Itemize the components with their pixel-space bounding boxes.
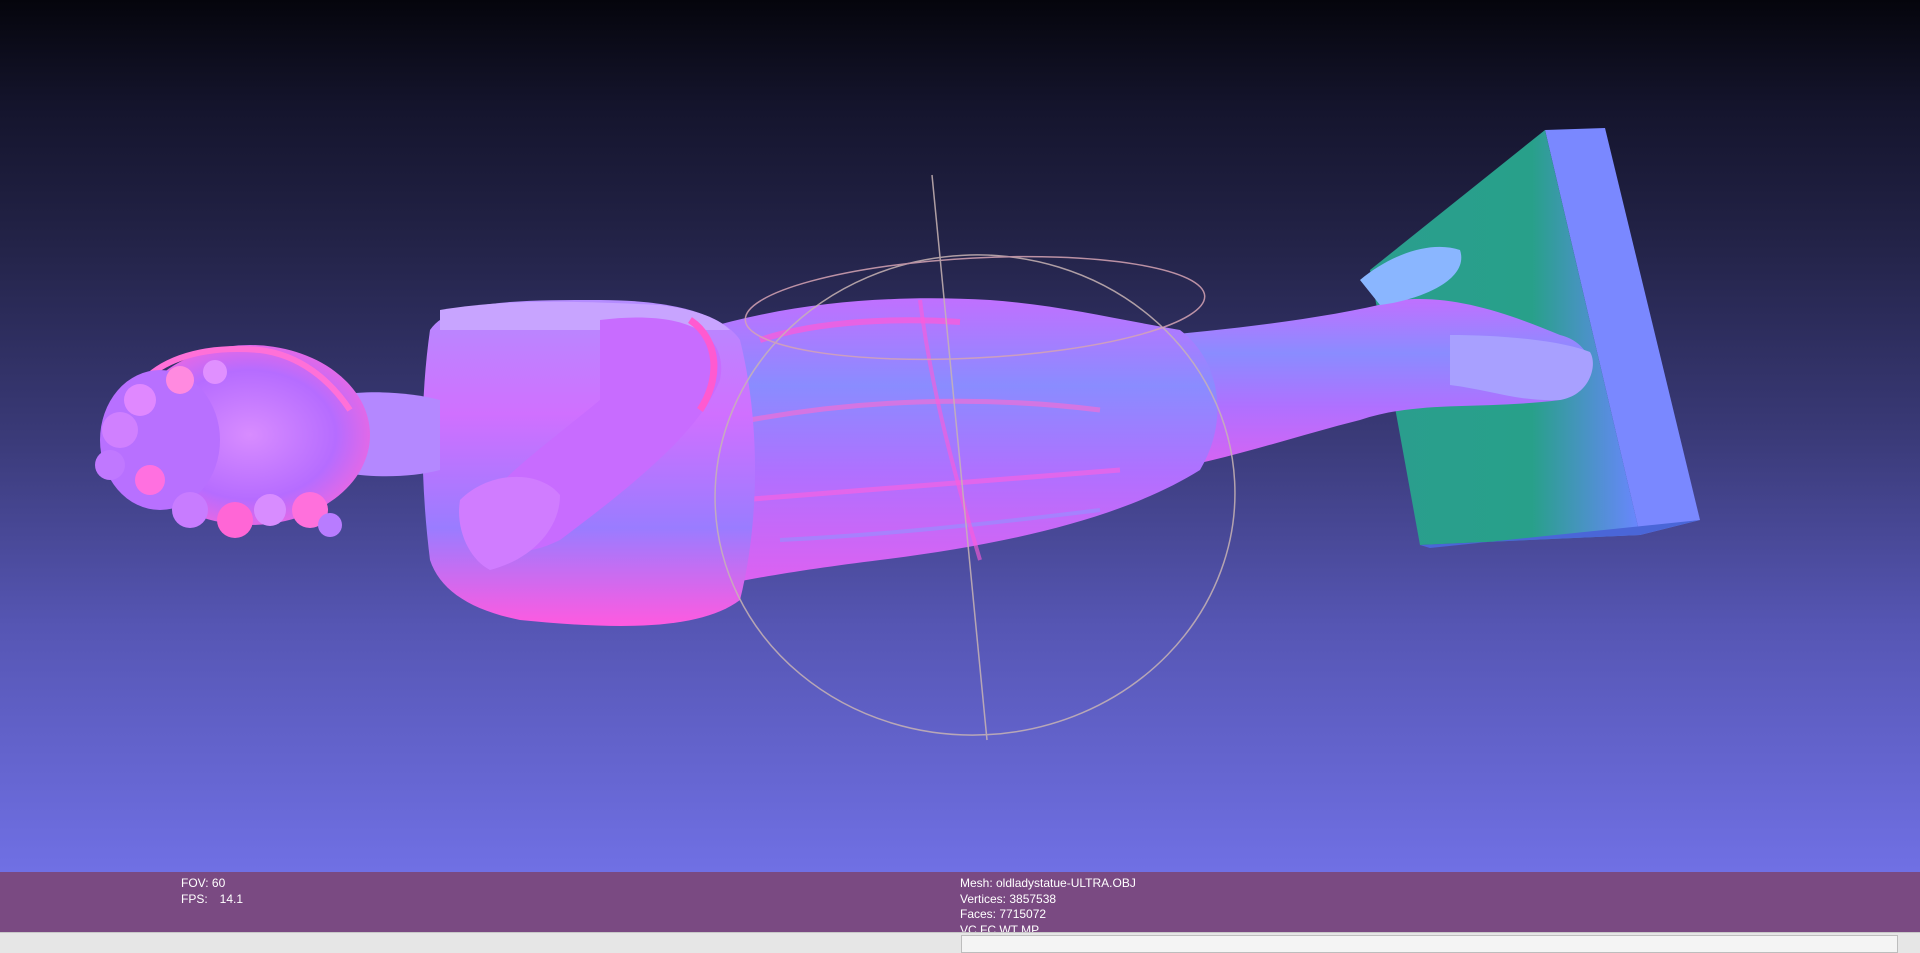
fps-value: 14.1	[219, 891, 244, 906]
3d-viewport[interactable]	[0, 0, 1920, 872]
face-count: Faces: 7715072	[960, 907, 1047, 921]
mesh-info: Mesh: oldladystatue-ULTRA.OBJ Vertices: …	[960, 876, 1136, 932]
status-bar	[0, 932, 1920, 953]
mesh-flags: VC FC WT MP	[960, 922, 1040, 933]
render-info: FOV: 60 FPS: 14.1	[181, 876, 243, 907]
vertex-count: Vertices: 3857538	[960, 891, 1057, 906]
statue-render[interactable]	[0, 0, 1920, 872]
statue-torso	[422, 300, 755, 626]
statue-head	[95, 345, 370, 538]
mesh-name: Mesh: oldladystatue-ULTRA.OBJ	[960, 876, 1136, 890]
status-message-box	[961, 935, 1898, 953]
fps-readout: FPS: 14.1	[181, 892, 243, 908]
fov-readout: FOV: 60	[181, 876, 226, 890]
fps-label: FPS:	[181, 891, 208, 906]
info-bar: FOV: 60 FPS: 14.1 Mesh: oldladystatue-ULT…	[0, 872, 1920, 932]
